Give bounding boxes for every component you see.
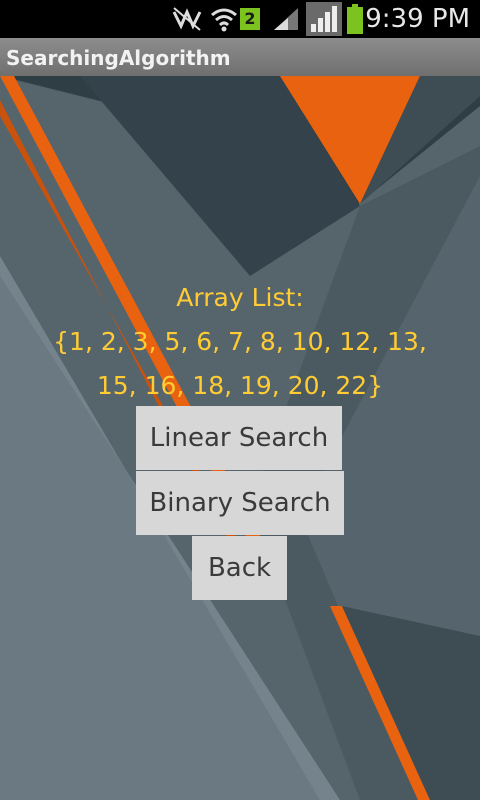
- array-values-line-1: {1, 2, 3, 5, 6, 7, 8, 10, 12, 13,: [53, 327, 427, 356]
- wifi-icon: [211, 8, 237, 32]
- app-title: SearchingAlgorithm: [6, 46, 231, 70]
- binary-search-button[interactable]: Binary Search: [136, 471, 344, 535]
- signal-icon-2: [306, 2, 342, 36]
- signal-icon: [274, 8, 298, 30]
- status-bar: 2 9:39 PM: [0, 0, 480, 38]
- badge-count: 2: [244, 9, 256, 28]
- battery-icon: [347, 4, 363, 34]
- linear-search-button[interactable]: Linear Search: [136, 406, 342, 470]
- back-button[interactable]: Back: [192, 536, 287, 600]
- array-list-heading: Array List:: [176, 283, 304, 312]
- status-time: 9:39 PM: [365, 4, 470, 34]
- array-values-line-2: 15, 16, 18, 19, 20, 22}: [96, 371, 384, 400]
- no-sound-icon: [172, 7, 202, 31]
- app-title-bar: SearchingAlgorithm: [0, 38, 480, 77]
- notification-badge-icon: 2: [240, 8, 260, 30]
